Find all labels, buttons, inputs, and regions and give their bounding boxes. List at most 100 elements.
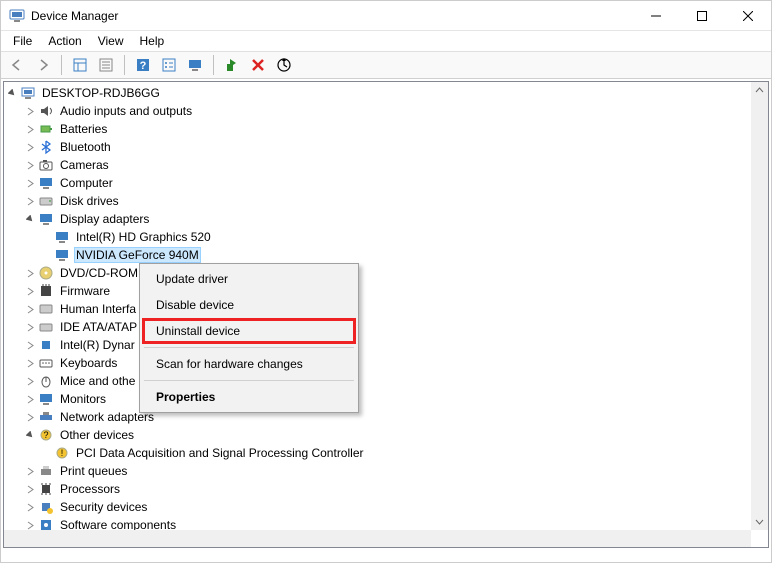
- battery-icon: [38, 121, 54, 137]
- tree-node-keyboards[interactable]: Keyboards: [4, 354, 751, 372]
- tree-node-label: Computer: [58, 175, 115, 191]
- tree-node-hid[interactable]: Human Interfa: [4, 300, 751, 318]
- context-menu-scan-hardware[interactable]: Scan for hardware changes: [142, 351, 356, 377]
- menu-action[interactable]: Action: [40, 32, 89, 50]
- expander-closed-icon[interactable]: [22, 319, 38, 335]
- context-menu-update-driver[interactable]: Update driver: [142, 266, 356, 292]
- security-icon: [38, 499, 54, 515]
- camera-icon: [38, 157, 54, 173]
- tree-node-label: Other devices: [58, 427, 136, 443]
- tree-node-label: DVD/CD-ROM: [58, 265, 140, 281]
- expander-closed-icon[interactable]: [22, 391, 38, 407]
- tree-node-other[interactable]: ? Other devices: [4, 426, 751, 444]
- tree-node-display-nvidia[interactable]: NVIDIA GeForce 940M: [4, 246, 751, 264]
- expander-closed-icon[interactable]: [22, 265, 38, 281]
- title-bar: Device Manager: [1, 1, 771, 31]
- tree-node-label: Audio inputs and outputs: [58, 103, 194, 119]
- scroll-down-button[interactable]: [751, 513, 768, 530]
- minimize-button[interactable]: [633, 1, 679, 31]
- expander-open-icon[interactable]: [4, 85, 20, 101]
- expander-closed-icon[interactable]: [22, 121, 38, 137]
- menu-help[interactable]: Help: [132, 32, 173, 50]
- tree-node-dvd[interactable]: DVD/CD-ROM: [4, 264, 751, 282]
- expander-closed-icon[interactable]: [22, 481, 38, 497]
- firmware-icon: [38, 283, 54, 299]
- expander-closed-icon[interactable]: [22, 103, 38, 119]
- context-menu: Update driver Disable device Uninstall d…: [139, 263, 359, 413]
- uninstall-button[interactable]: [246, 53, 270, 77]
- window-title: Device Manager: [31, 9, 633, 23]
- scroll-up-button[interactable]: [751, 82, 768, 99]
- computer-icon: [20, 85, 36, 101]
- tree-node-firmware[interactable]: Firmware: [4, 282, 751, 300]
- maximize-button[interactable]: [679, 1, 725, 31]
- expander-open-icon[interactable]: [22, 427, 38, 443]
- expander-closed-icon[interactable]: [22, 301, 38, 317]
- device-tree[interactable]: DESKTOP-RDJB6GG Audio inputs and outputs…: [4, 82, 751, 547]
- expander-closed-icon[interactable]: [22, 337, 38, 353]
- tree-node-bluetooth[interactable]: Bluetooth: [4, 138, 751, 156]
- mouse-icon: [38, 373, 54, 389]
- expander-closed-icon[interactable]: [22, 499, 38, 515]
- help-button[interactable]: ?: [131, 53, 155, 77]
- close-button[interactable]: [725, 1, 771, 31]
- context-menu-disable-device[interactable]: Disable device: [142, 292, 356, 318]
- tree-node-security[interactable]: Security devices: [4, 498, 751, 516]
- expander-closed-icon[interactable]: [22, 157, 38, 173]
- context-menu-properties[interactable]: Properties: [142, 384, 356, 410]
- expander-closed-icon[interactable]: [22, 409, 38, 425]
- context-menu-uninstall-device[interactable]: Uninstall device: [142, 318, 356, 344]
- tree-node-computer[interactable]: Computer: [4, 174, 751, 192]
- enable-device-button[interactable]: [220, 53, 244, 77]
- tree-node-pci[interactable]: ! PCI Data Acquisition and Signal Proces…: [4, 444, 751, 462]
- tree-node-label: Print queues: [58, 463, 129, 479]
- tree-node-network[interactable]: Network adapters: [4, 408, 751, 426]
- tree-node-display[interactable]: Display adapters: [4, 210, 751, 228]
- tree-node-batteries[interactable]: Batteries: [4, 120, 751, 138]
- tree-node-audio[interactable]: Audio inputs and outputs: [4, 102, 751, 120]
- expander-closed-icon[interactable]: [22, 373, 38, 389]
- tree-node-ide[interactable]: IDE ATA/ATAP: [4, 318, 751, 336]
- expander-closed-icon[interactable]: [22, 139, 38, 155]
- menu-view[interactable]: View: [90, 32, 132, 50]
- action-button[interactable]: [157, 53, 181, 77]
- tree-node-label: Human Interfa: [58, 301, 138, 317]
- tree-node-label: Intel(R) Dynar: [58, 337, 137, 353]
- processor-icon: [38, 481, 54, 497]
- expander-open-icon[interactable]: [22, 211, 38, 227]
- audio-icon: [38, 103, 54, 119]
- horizontal-scrollbar[interactable]: [4, 530, 751, 547]
- svg-text:?: ?: [43, 430, 48, 440]
- menu-file[interactable]: File: [5, 32, 40, 50]
- vertical-scrollbar[interactable]: [751, 82, 768, 530]
- tree-node-label: Disk drives: [58, 193, 121, 209]
- tree-node-mice[interactable]: Mice and othe: [4, 372, 751, 390]
- forward-button[interactable]: [31, 53, 55, 77]
- back-button[interactable]: [5, 53, 29, 77]
- window-controls: [633, 1, 771, 31]
- tree-node-monitors[interactable]: Monitors: [4, 390, 751, 408]
- context-menu-separator: [144, 380, 354, 381]
- show-hide-tree-button[interactable]: [68, 53, 92, 77]
- expander-closed-icon[interactable]: [22, 283, 38, 299]
- expander-closed-icon[interactable]: [22, 463, 38, 479]
- svg-text:?: ?: [140, 60, 147, 72]
- expander-closed-icon[interactable]: [22, 193, 38, 209]
- tree-node-disk[interactable]: Disk drives: [4, 192, 751, 210]
- tree-node-label: NVIDIA GeForce 940M: [74, 247, 201, 263]
- tree-node-display-intel[interactable]: Intel(R) HD Graphics 520: [4, 228, 751, 246]
- scan-hw-button[interactable]: [183, 53, 207, 77]
- unknown-device-icon: !: [54, 445, 70, 461]
- tree-node-cameras[interactable]: Cameras: [4, 156, 751, 174]
- tree-node-label: Display adapters: [58, 211, 151, 227]
- expander-closed-icon[interactable]: [22, 355, 38, 371]
- update-driver-button[interactable]: [272, 53, 296, 77]
- properties-button[interactable]: [94, 53, 118, 77]
- expander-closed-icon[interactable]: [22, 175, 38, 191]
- hid-icon: [38, 301, 54, 317]
- tree-root[interactable]: DESKTOP-RDJB6GG: [4, 84, 751, 102]
- tree-node-print[interactable]: Print queues: [4, 462, 751, 480]
- tree-node-processors[interactable]: Processors: [4, 480, 751, 498]
- chip-icon: [38, 337, 54, 353]
- tree-node-intel-dynamic[interactable]: Intel(R) Dynar: [4, 336, 751, 354]
